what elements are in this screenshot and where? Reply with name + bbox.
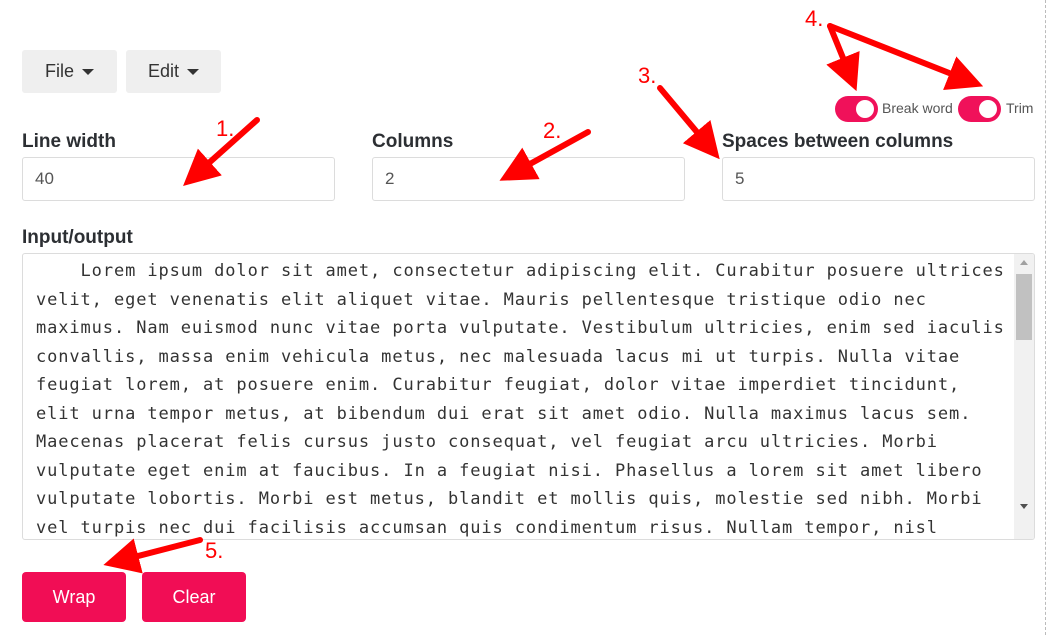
annotation-5: 5. xyxy=(205,538,224,563)
annotation-3: 3. xyxy=(638,63,657,88)
annotation-4: 4. xyxy=(805,6,824,31)
annotation-arrow-3 xyxy=(657,85,720,160)
annotation-arrows xyxy=(103,23,984,574)
annotation-2: 2. xyxy=(543,118,562,143)
annotation-arrow-5 xyxy=(103,537,203,574)
annotation-1: 1. xyxy=(216,116,235,141)
